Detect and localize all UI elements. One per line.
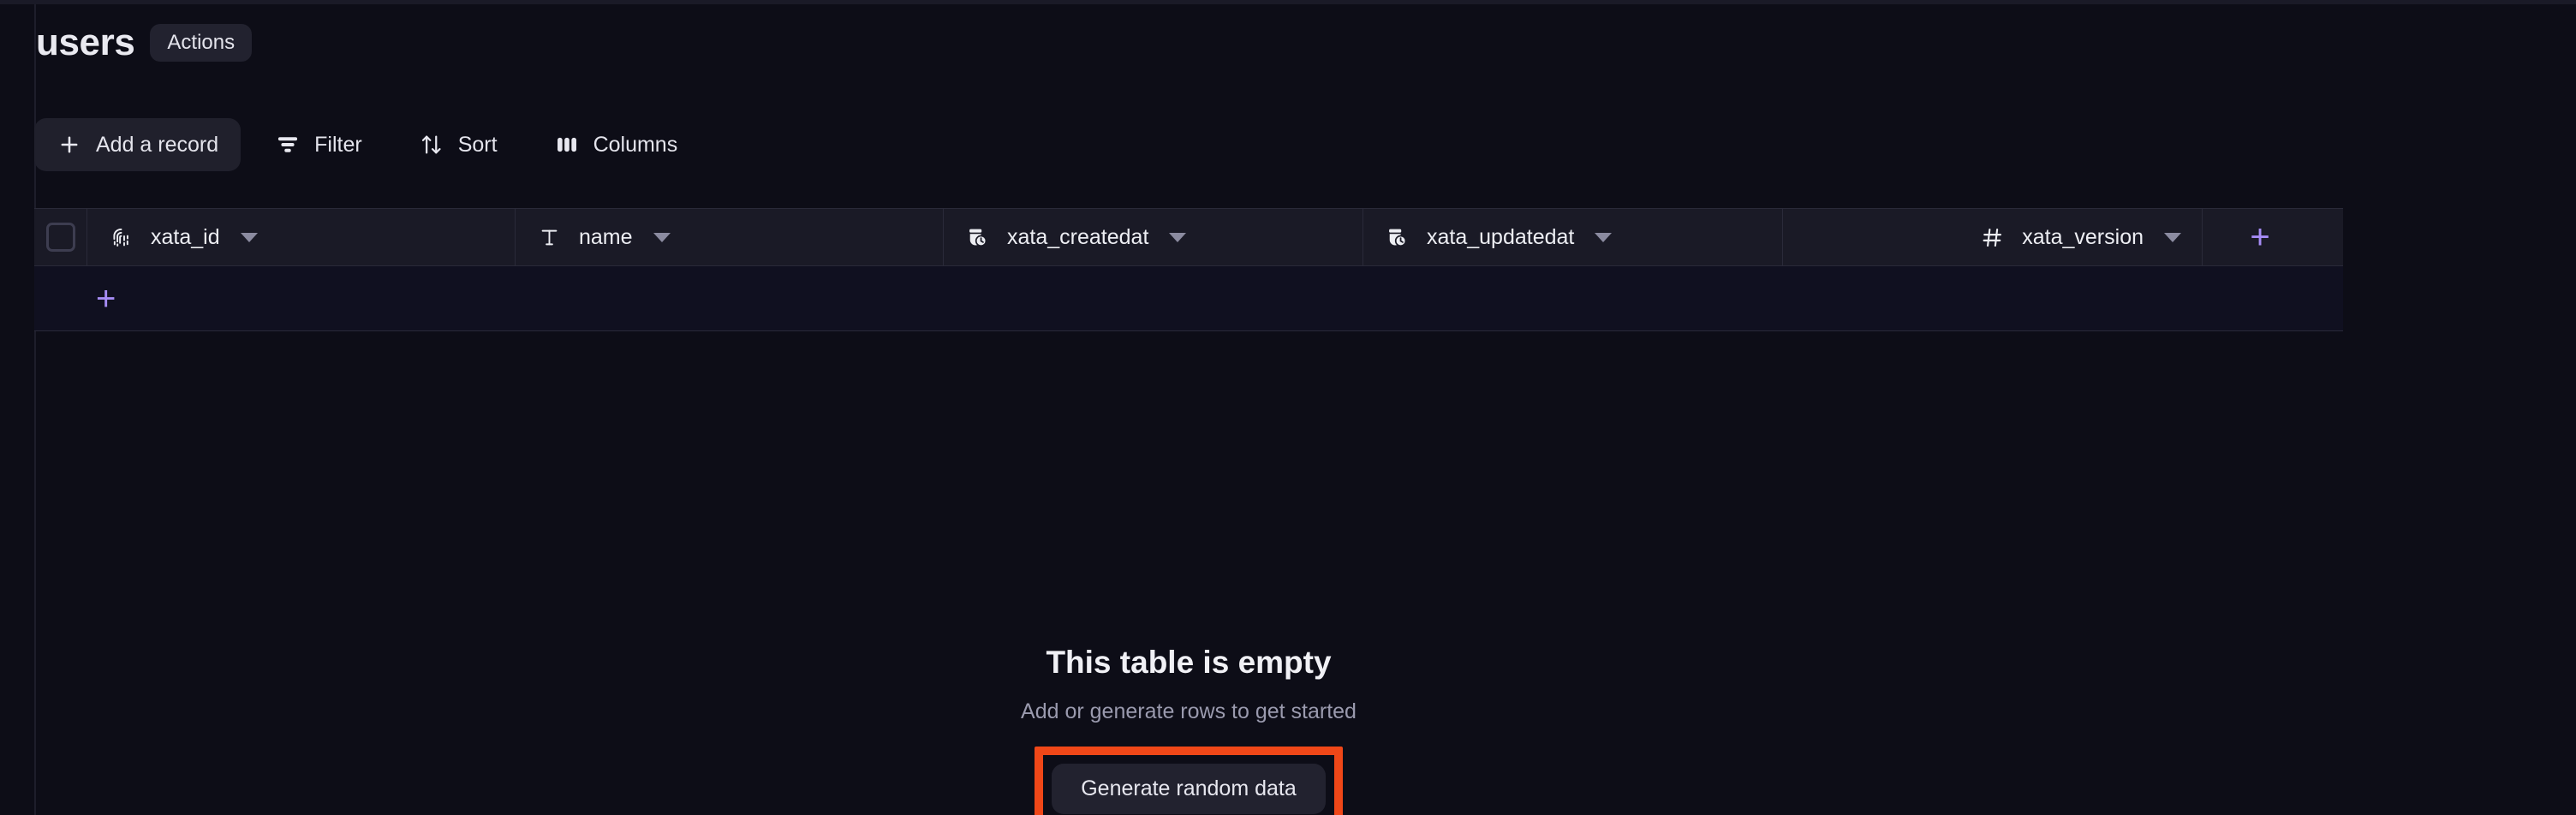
- column-label: xata_version: [2022, 224, 2144, 249]
- column-header-name[interactable]: name: [516, 209, 944, 265]
- chevron-down-icon[interactable]: [1169, 232, 1187, 242]
- sort-button[interactable]: Sort: [397, 118, 520, 171]
- select-all-cell[interactable]: [34, 209, 87, 265]
- column-header-xata_id[interactable]: xata_id: [87, 209, 516, 265]
- sort-arrows-icon: [419, 132, 444, 158]
- column-header-xata_updatedat[interactable]: xata_updatedat: [1363, 209, 1783, 265]
- filter-icon: [275, 132, 301, 158]
- page-header: users Actions: [36, 21, 253, 63]
- hash-icon: [1979, 224, 2005, 250]
- column-label: xata_id: [151, 224, 220, 249]
- filter-button[interactable]: Filter: [253, 118, 385, 171]
- filter-label: Filter: [314, 132, 362, 157]
- columns-button[interactable]: Columns: [532, 118, 701, 171]
- xata-table-page: users Actions Add a record Filter Sort C…: [0, 0, 2576, 815]
- table-toolbar: Add a record Filter Sort Columns: [34, 118, 700, 171]
- add-row-filler: [206, 266, 2343, 330]
- top-strip: [0, 0, 2576, 4]
- add-row[interactable]: +: [34, 266, 2343, 331]
- clock-icon: [1384, 224, 1410, 250]
- column-label: xata_createdat: [1007, 224, 1149, 249]
- select-all-checkbox[interactable]: [45, 223, 75, 252]
- data-grid: xata_id name xata_createdat xata_updated…: [34, 208, 2343, 815]
- column-header-xata_createdat[interactable]: xata_createdat: [944, 209, 1363, 265]
- columns-icon: [554, 132, 580, 158]
- add-row-button[interactable]: +: [34, 266, 206, 330]
- columns-label: Columns: [593, 132, 678, 157]
- chevron-down-icon[interactable]: [240, 232, 258, 242]
- grid-header-row: xata_id name xata_createdat xata_updated…: [34, 208, 2343, 266]
- page-title: users: [36, 21, 135, 63]
- chevron-down-icon[interactable]: [2164, 232, 2181, 242]
- sort-label: Sort: [457, 132, 498, 157]
- clock-icon: [964, 224, 990, 250]
- add-a-record-label: Add a record: [96, 132, 219, 157]
- chevron-down-icon[interactable]: [1595, 232, 1613, 242]
- empty-state-title: This table is empty: [1046, 645, 1332, 680]
- column-label: xata_updatedat: [1427, 224, 1575, 249]
- add-column-button[interactable]: +: [2203, 209, 2317, 265]
- plus-icon: +: [2250, 218, 2270, 256]
- highlight-annotation: Generate random data: [1035, 747, 1343, 815]
- text-type-icon: [536, 224, 562, 250]
- add-a-record-button[interactable]: Add a record: [34, 118, 242, 171]
- actions-button[interactable]: Actions: [150, 24, 253, 62]
- chevron-down-icon[interactable]: [653, 232, 671, 242]
- column-label: name: [579, 224, 633, 249]
- empty-state: This table is empty Add or generate rows…: [34, 645, 2343, 815]
- empty-state-subtitle: Add or generate rows to get started: [1021, 699, 1357, 723]
- plus-icon: [57, 132, 82, 158]
- generate-random-data-button[interactable]: Generate random data: [1052, 764, 1326, 814]
- column-header-xata_version[interactable]: xata_version: [1783, 209, 2203, 265]
- fingerprint-icon: [108, 224, 134, 250]
- plus-icon: +: [96, 279, 116, 318]
